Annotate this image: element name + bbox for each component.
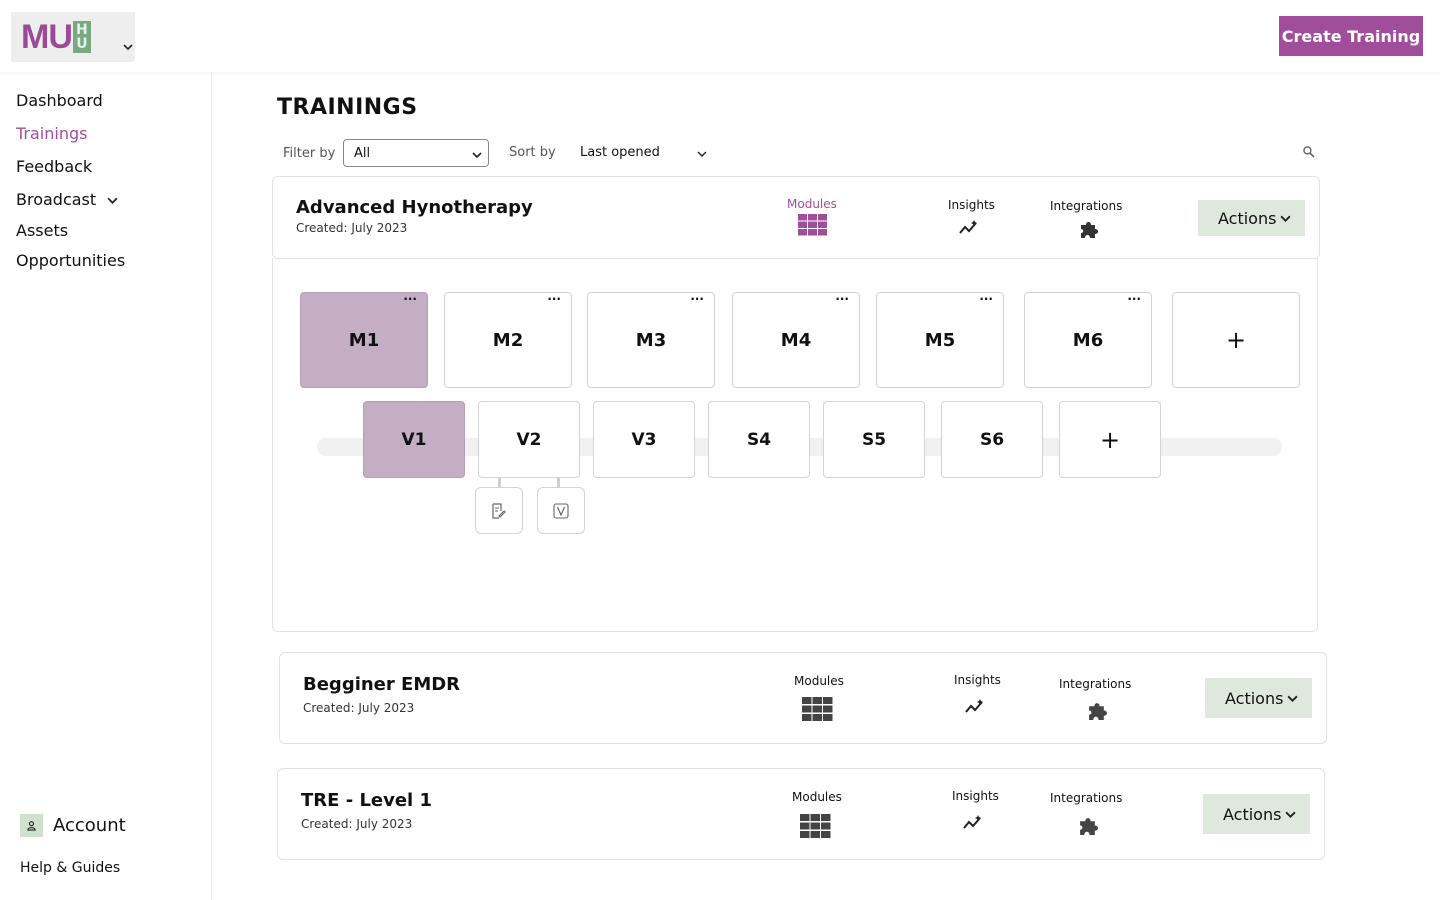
more-options-icon[interactable]: ··· xyxy=(835,293,849,305)
chevron-down-icon xyxy=(107,197,118,204)
module-label: M1 xyxy=(348,329,380,351)
sidebar: Dashboard Trainings Feedback Broadcast A… xyxy=(0,72,212,900)
connector-line xyxy=(557,478,560,487)
page-title: TRAININGS xyxy=(277,95,418,120)
asset-tile[interactable] xyxy=(537,487,585,534)
user-icon xyxy=(20,814,43,837)
document-edit-icon xyxy=(492,502,506,519)
account-link[interactable]: Account xyxy=(20,814,126,837)
training-card[interactable]: TRE - Level 1 Created: July 2023 Modules… xyxy=(277,768,1325,860)
insights-icon[interactable] xyxy=(963,814,984,830)
filter-select[interactable]: All xyxy=(343,139,489,167)
modules-grid-icon[interactable] xyxy=(800,814,831,838)
create-training-button[interactable]: Create Training xyxy=(1279,16,1423,56)
training-created-date: Created: July 2023 xyxy=(303,701,415,715)
more-options-icon[interactable]: ··· xyxy=(979,293,993,305)
filter-value: All xyxy=(354,145,371,161)
insights-label: Insights xyxy=(954,673,1001,687)
add-section-button[interactable]: + xyxy=(1059,401,1161,478)
chevron-down-icon[interactable] xyxy=(697,149,707,159)
more-options-icon[interactable]: ··· xyxy=(547,293,561,305)
connector-line xyxy=(498,478,501,487)
logo-mark: H U xyxy=(72,21,91,53)
integrations-label: Integrations xyxy=(1050,199,1123,213)
section-tile[interactable]: S5 xyxy=(823,401,925,478)
sidebar-item-broadcast[interactable]: Broadcast xyxy=(16,190,118,209)
puzzle-icon[interactable] xyxy=(1087,700,1108,721)
video-icon xyxy=(553,502,569,519)
module-tile[interactable]: M4 ··· xyxy=(732,292,860,388)
help-guides-link[interactable]: Help & Guides xyxy=(20,860,120,876)
section-tile[interactable]: S6 xyxy=(941,401,1043,478)
insights-label: Insights xyxy=(952,789,999,803)
training-card[interactable]: Begginer EMDR Created: July 2023 Modules… xyxy=(279,652,1327,744)
actions-dropdown-button[interactable]: Actions xyxy=(1203,794,1310,834)
more-options-icon[interactable]: ··· xyxy=(690,293,704,305)
sidebar-item-trainings[interactable]: Trainings xyxy=(16,124,87,143)
actions-dropdown-button[interactable]: Actions xyxy=(1205,678,1312,718)
search-icon[interactable] xyxy=(1302,145,1315,158)
module-label: M5 xyxy=(924,329,956,351)
sidebar-item-feedback[interactable]: Feedback xyxy=(16,157,92,176)
module-tile[interactable]: M6 ··· xyxy=(1024,292,1152,388)
more-options-icon[interactable]: ··· xyxy=(1127,293,1141,305)
training-title: Begginer EMDR xyxy=(303,674,461,695)
chevron-down-icon xyxy=(1280,215,1291,223)
sidebar-item-dashboard[interactable]: Dashboard xyxy=(16,91,103,110)
module-tile[interactable]: M5 ··· xyxy=(876,292,1004,388)
training-title: TRE - Level 1 xyxy=(301,790,433,811)
training-created-date: Created: July 2023 xyxy=(296,221,408,235)
insights-icon[interactable] xyxy=(959,219,980,235)
logo-switcher[interactable]: MU H U xyxy=(11,12,135,62)
logo-text: MU xyxy=(21,18,73,56)
section-tile[interactable]: V3 xyxy=(593,401,695,478)
module-tile[interactable]: M3 ··· xyxy=(587,292,715,388)
module-label: M6 xyxy=(1072,329,1104,351)
module-label: M4 xyxy=(780,329,812,351)
training-card[interactable]: Advanced Hynotherapy Created: July 2023 … xyxy=(272,176,1320,259)
integrations-label: Integrations xyxy=(1050,791,1123,805)
account-label: Account xyxy=(53,815,126,836)
section-tile[interactable]: V1 xyxy=(363,401,465,478)
sort-label: Sort by xyxy=(509,145,556,160)
add-module-button[interactable]: + xyxy=(1172,292,1300,388)
sidebar-item-opportunities[interactable]: Opportunities xyxy=(16,251,125,270)
top-bar: MU H U Create Training xyxy=(0,0,1440,72)
insights-icon[interactable] xyxy=(965,698,986,714)
modules-label: Modules xyxy=(787,197,837,211)
filter-label: Filter by xyxy=(283,146,336,161)
training-title: Advanced Hynotherapy xyxy=(296,197,533,218)
modules-label: Modules xyxy=(794,674,844,688)
insights-label: Insights xyxy=(948,198,995,212)
chevron-down-icon xyxy=(1285,811,1296,819)
more-options-icon[interactable]: ··· xyxy=(403,293,417,305)
sidebar-item-assets[interactable]: Assets xyxy=(16,221,68,240)
module-label: M3 xyxy=(635,329,667,351)
chevron-down-icon xyxy=(1287,695,1298,703)
chevron-down-icon[interactable] xyxy=(123,42,133,52)
asset-tile[interactable] xyxy=(475,487,523,534)
training-created-date: Created: July 2023 xyxy=(301,817,413,831)
sidebar-item-label: Broadcast xyxy=(16,190,97,209)
modules-label: Modules xyxy=(792,790,842,804)
sort-select[interactable]: Last opened xyxy=(580,145,660,160)
modules-grid-icon[interactable] xyxy=(802,697,833,721)
modules-grid-icon[interactable] xyxy=(798,214,827,236)
section-tile[interactable]: V2 xyxy=(478,401,580,478)
module-tile[interactable]: M2 ··· xyxy=(444,292,572,388)
section-tile[interactable]: S4 xyxy=(708,401,810,478)
chevron-down-icon xyxy=(472,152,482,159)
puzzle-icon[interactable] xyxy=(1078,815,1099,836)
puzzle-icon[interactable] xyxy=(1079,219,1099,239)
actions-dropdown-button[interactable]: Actions xyxy=(1198,200,1305,236)
module-label: M2 xyxy=(492,329,524,351)
module-tile[interactable]: M1 ··· xyxy=(300,292,428,388)
actions-label: Actions xyxy=(1218,208,1277,228)
actions-label: Actions xyxy=(1225,688,1284,708)
integrations-label: Integrations xyxy=(1059,677,1132,691)
actions-label: Actions xyxy=(1223,804,1282,824)
